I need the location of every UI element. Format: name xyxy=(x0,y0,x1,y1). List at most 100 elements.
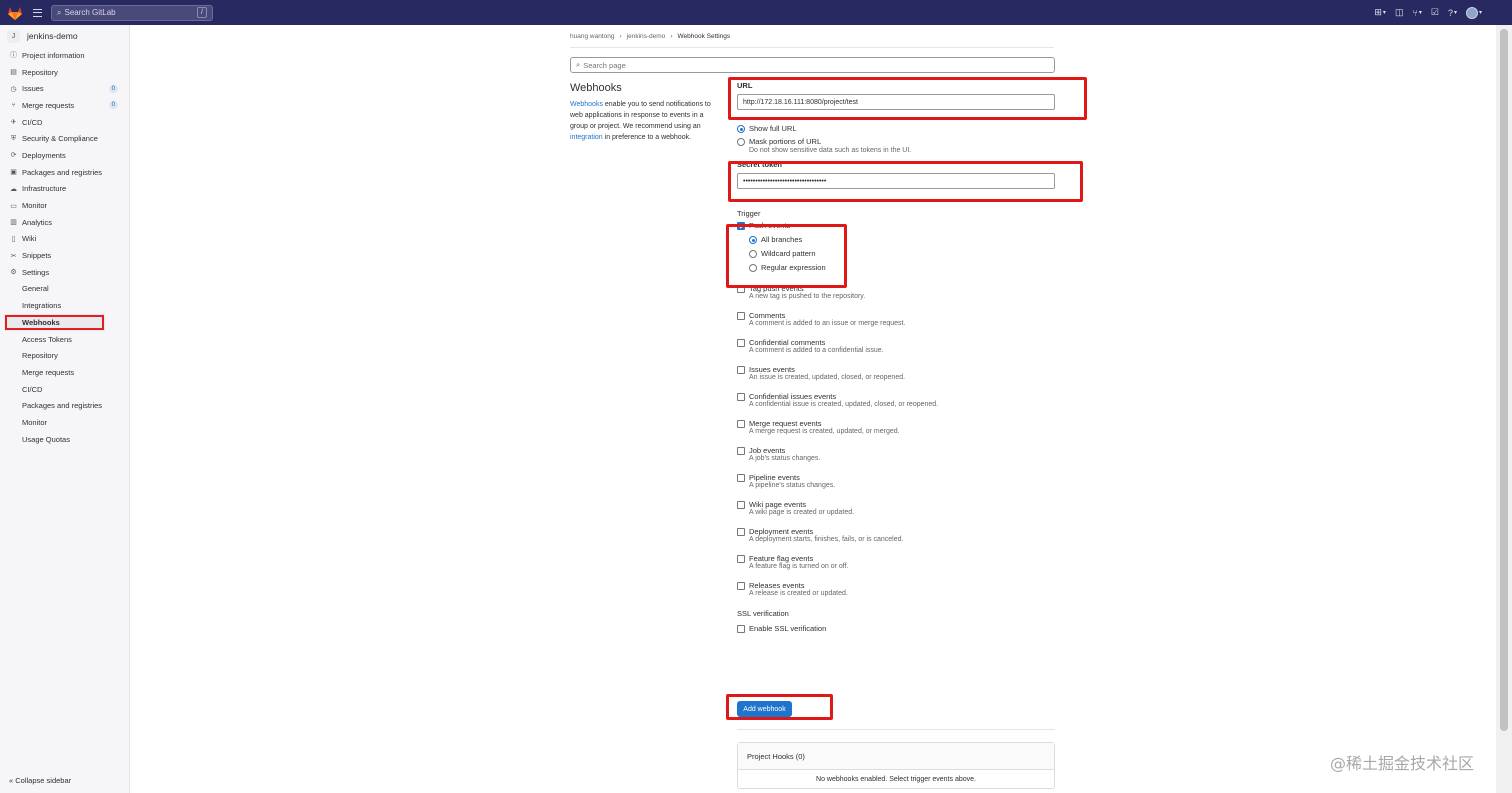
event-checkbox[interactable]: Issues events xyxy=(737,365,1057,374)
url-input[interactable]: http://172.18.16.111:8080/project/test xyxy=(737,94,1055,110)
deploy-icon: ⟳ xyxy=(10,152,17,160)
breadcrumb-item[interactable]: huang wantong xyxy=(570,33,614,40)
merge-requests-nav-icon[interactable]: ⑂ ▾ xyxy=(1412,8,1421,18)
integration-link[interactable]: integration xyxy=(570,134,603,141)
branch-option-all-branches[interactable]: All branches xyxy=(749,235,1057,244)
sidebar-item-repository[interactable]: ▤ Repository xyxy=(0,64,129,81)
breadcrumb-item[interactable]: jenkins-demo xyxy=(627,33,666,40)
radio[interactable] xyxy=(749,264,757,272)
event-checkbox[interactable]: Feature flag events xyxy=(737,554,1057,563)
sidebar-item-merge-requests[interactable]: ⑂ Merge requests 0 xyxy=(0,97,129,114)
checkbox[interactable] xyxy=(737,339,745,347)
show-full-url-radio[interactable]: Show full URL xyxy=(737,124,1057,133)
create-new-icon[interactable]: ⊞ ▾ xyxy=(1374,7,1386,18)
search-shortcut-hint: / xyxy=(197,7,207,18)
checkbox[interactable] xyxy=(737,474,745,482)
event-option: Merge request events A merge request is c… xyxy=(737,419,1057,435)
book-icon: ▯ xyxy=(11,235,16,243)
project-hooks-panel: Project Hooks (0) No webhooks enabled. S… xyxy=(737,742,1055,789)
watermark: @稀土掘金技术社区 xyxy=(1330,754,1475,773)
radio[interactable] xyxy=(737,138,745,146)
sidebar-item-deployments[interactable]: ⟳ Deployments xyxy=(0,147,129,164)
sidebar-subitem-ci-cd[interactable]: CI/CD xyxy=(0,381,129,398)
sidebar-item-wiki[interactable]: ▯ Wiki xyxy=(0,231,129,248)
sidebar-subitem-integrations[interactable]: Integrations xyxy=(0,297,129,314)
sidebar-subitem-access-tokens[interactable]: Access Tokens xyxy=(0,331,129,348)
sidebar-item-project-information[interactable]: ⓘ Project information xyxy=(0,47,129,64)
event-checkbox[interactable]: Releases events xyxy=(737,581,1057,590)
checkbox[interactable] xyxy=(737,420,745,428)
sidebar-item-packages-and-registries[interactable]: ▣ Packages and registries xyxy=(0,164,129,181)
sidebar-subitem-monitor[interactable]: Monitor xyxy=(0,414,129,431)
sidebar-subitem-merge-requests[interactable]: Merge requests xyxy=(0,364,129,381)
page-scrollbar[interactable] xyxy=(1496,25,1512,793)
radio[interactable] xyxy=(749,236,757,244)
gitlab-logo-icon[interactable] xyxy=(7,5,23,21)
menu-icon[interactable] xyxy=(33,8,42,17)
global-search-input[interactable]: ⌕ Search GitLab / xyxy=(51,4,213,21)
sidebar-item-settings[interactable]: ⚙ Settings xyxy=(0,264,129,281)
checkbox-checked[interactable] xyxy=(737,222,745,230)
enable-ssl-checkbox[interactable]: Enable SSL verification xyxy=(737,624,1057,633)
sidebar-item-snippets[interactable]: ✂ Snippets xyxy=(0,247,129,264)
project-avatar: J xyxy=(7,29,20,43)
sidebar-item-infrastructure[interactable]: ☁ Infrastructure xyxy=(0,181,129,198)
checkbox[interactable] xyxy=(737,501,745,509)
sidebar-item-analytics[interactable]: ▥ Analytics xyxy=(0,214,129,231)
sidebar-item-issues[interactable]: ◷ Issues 0 xyxy=(0,80,129,97)
event-checkbox[interactable]: Job events xyxy=(737,446,1057,455)
sidebar-subitem-usage-quotas[interactable]: Usage Quotas xyxy=(0,431,129,448)
collapse-sidebar-button[interactable]: « Collapse sidebar xyxy=(9,776,71,785)
checkbox[interactable] xyxy=(737,555,745,563)
checkbox[interactable] xyxy=(737,366,745,374)
event-option: Releases events A release is created or u… xyxy=(737,581,1057,597)
sidebar-subitem-webhooks[interactable]: Webhooks xyxy=(4,314,105,331)
checkbox[interactable] xyxy=(737,625,745,633)
event-checkbox[interactable]: Deployment events xyxy=(737,527,1057,536)
event-checkbox[interactable]: Tag push events xyxy=(737,284,1057,293)
count-badge: 0 xyxy=(108,84,118,93)
user-menu[interactable]: ▾ xyxy=(1465,6,1482,19)
merge-icon: ⑂ xyxy=(11,101,16,109)
event-checkbox[interactable]: Merge request events xyxy=(737,419,1057,428)
checkbox[interactable] xyxy=(737,312,745,320)
radio[interactable] xyxy=(749,250,757,258)
add-webhook-button[interactable]: Add webhook xyxy=(737,701,792,717)
checkbox[interactable] xyxy=(737,582,745,590)
page-search-input[interactable]: ⌕ Search page xyxy=(570,57,1055,73)
page-title: Webhooks xyxy=(570,82,622,94)
event-option: Pipeline events A pipeline's status chang… xyxy=(737,473,1057,489)
event-checkbox[interactable]: Confidential issues events xyxy=(737,392,1057,401)
event-checkbox[interactable]: Pipeline events xyxy=(737,473,1057,482)
event-description: A pipeline's status changes. xyxy=(749,482,836,489)
scrollbar-thumb[interactable] xyxy=(1500,29,1508,731)
sidebar-item-ci-cd[interactable]: ✈ CI/CD xyxy=(0,114,129,131)
sidebar-item-security-compliance[interactable]: ⛨ Security & Compliance xyxy=(0,130,129,147)
checkbox[interactable] xyxy=(737,447,745,455)
issues-nav-icon[interactable]: ◫ xyxy=(1395,7,1404,18)
todos-icon[interactable]: ☑ xyxy=(1431,7,1439,18)
checkbox[interactable] xyxy=(737,528,745,536)
event-checkbox[interactable]: Comments xyxy=(737,311,1057,320)
event-checkbox[interactable]: Wiki page events xyxy=(737,500,1057,509)
rocket-icon: ✈ xyxy=(10,119,17,127)
breadcrumb: huang wantong › jenkins-demo › Webhook Set… xyxy=(570,33,731,40)
secret-token-input[interactable]: •••••••••••••••••••••••••••••••••• xyxy=(737,173,1055,189)
checkbox[interactable] xyxy=(737,285,745,293)
event-description: An issue is created, updated, closed, or… xyxy=(749,374,906,381)
radio-selected[interactable] xyxy=(737,125,745,133)
sidebar-subitem-packages-and-registries[interactable]: Packages and registries xyxy=(0,397,129,414)
checkbox[interactable] xyxy=(737,393,745,401)
branch-option-wildcard-pattern[interactable]: Wildcard pattern xyxy=(749,249,1057,258)
branch-option-regular-expression[interactable]: Regular expression xyxy=(749,263,1057,272)
project-header[interactable]: J jenkins-demo xyxy=(0,25,129,47)
webhooks-doc-link[interactable]: Webhooks xyxy=(570,101,603,108)
project-hooks-header: Project Hooks (0) xyxy=(738,743,1054,770)
mask-url-radio[interactable]: Mask portions of URL xyxy=(737,137,1057,146)
help-icon[interactable]: ? ▾ xyxy=(1448,8,1457,18)
push-events-checkbox[interactable]: Push events xyxy=(737,221,1057,230)
sidebar-subitem-general[interactable]: General xyxy=(0,281,129,298)
event-checkbox[interactable]: Confidential comments xyxy=(737,338,1057,347)
sidebar-item-monitor[interactable]: ▭ Monitor xyxy=(0,197,129,214)
sidebar-subitem-repository[interactable]: Repository xyxy=(0,347,129,364)
